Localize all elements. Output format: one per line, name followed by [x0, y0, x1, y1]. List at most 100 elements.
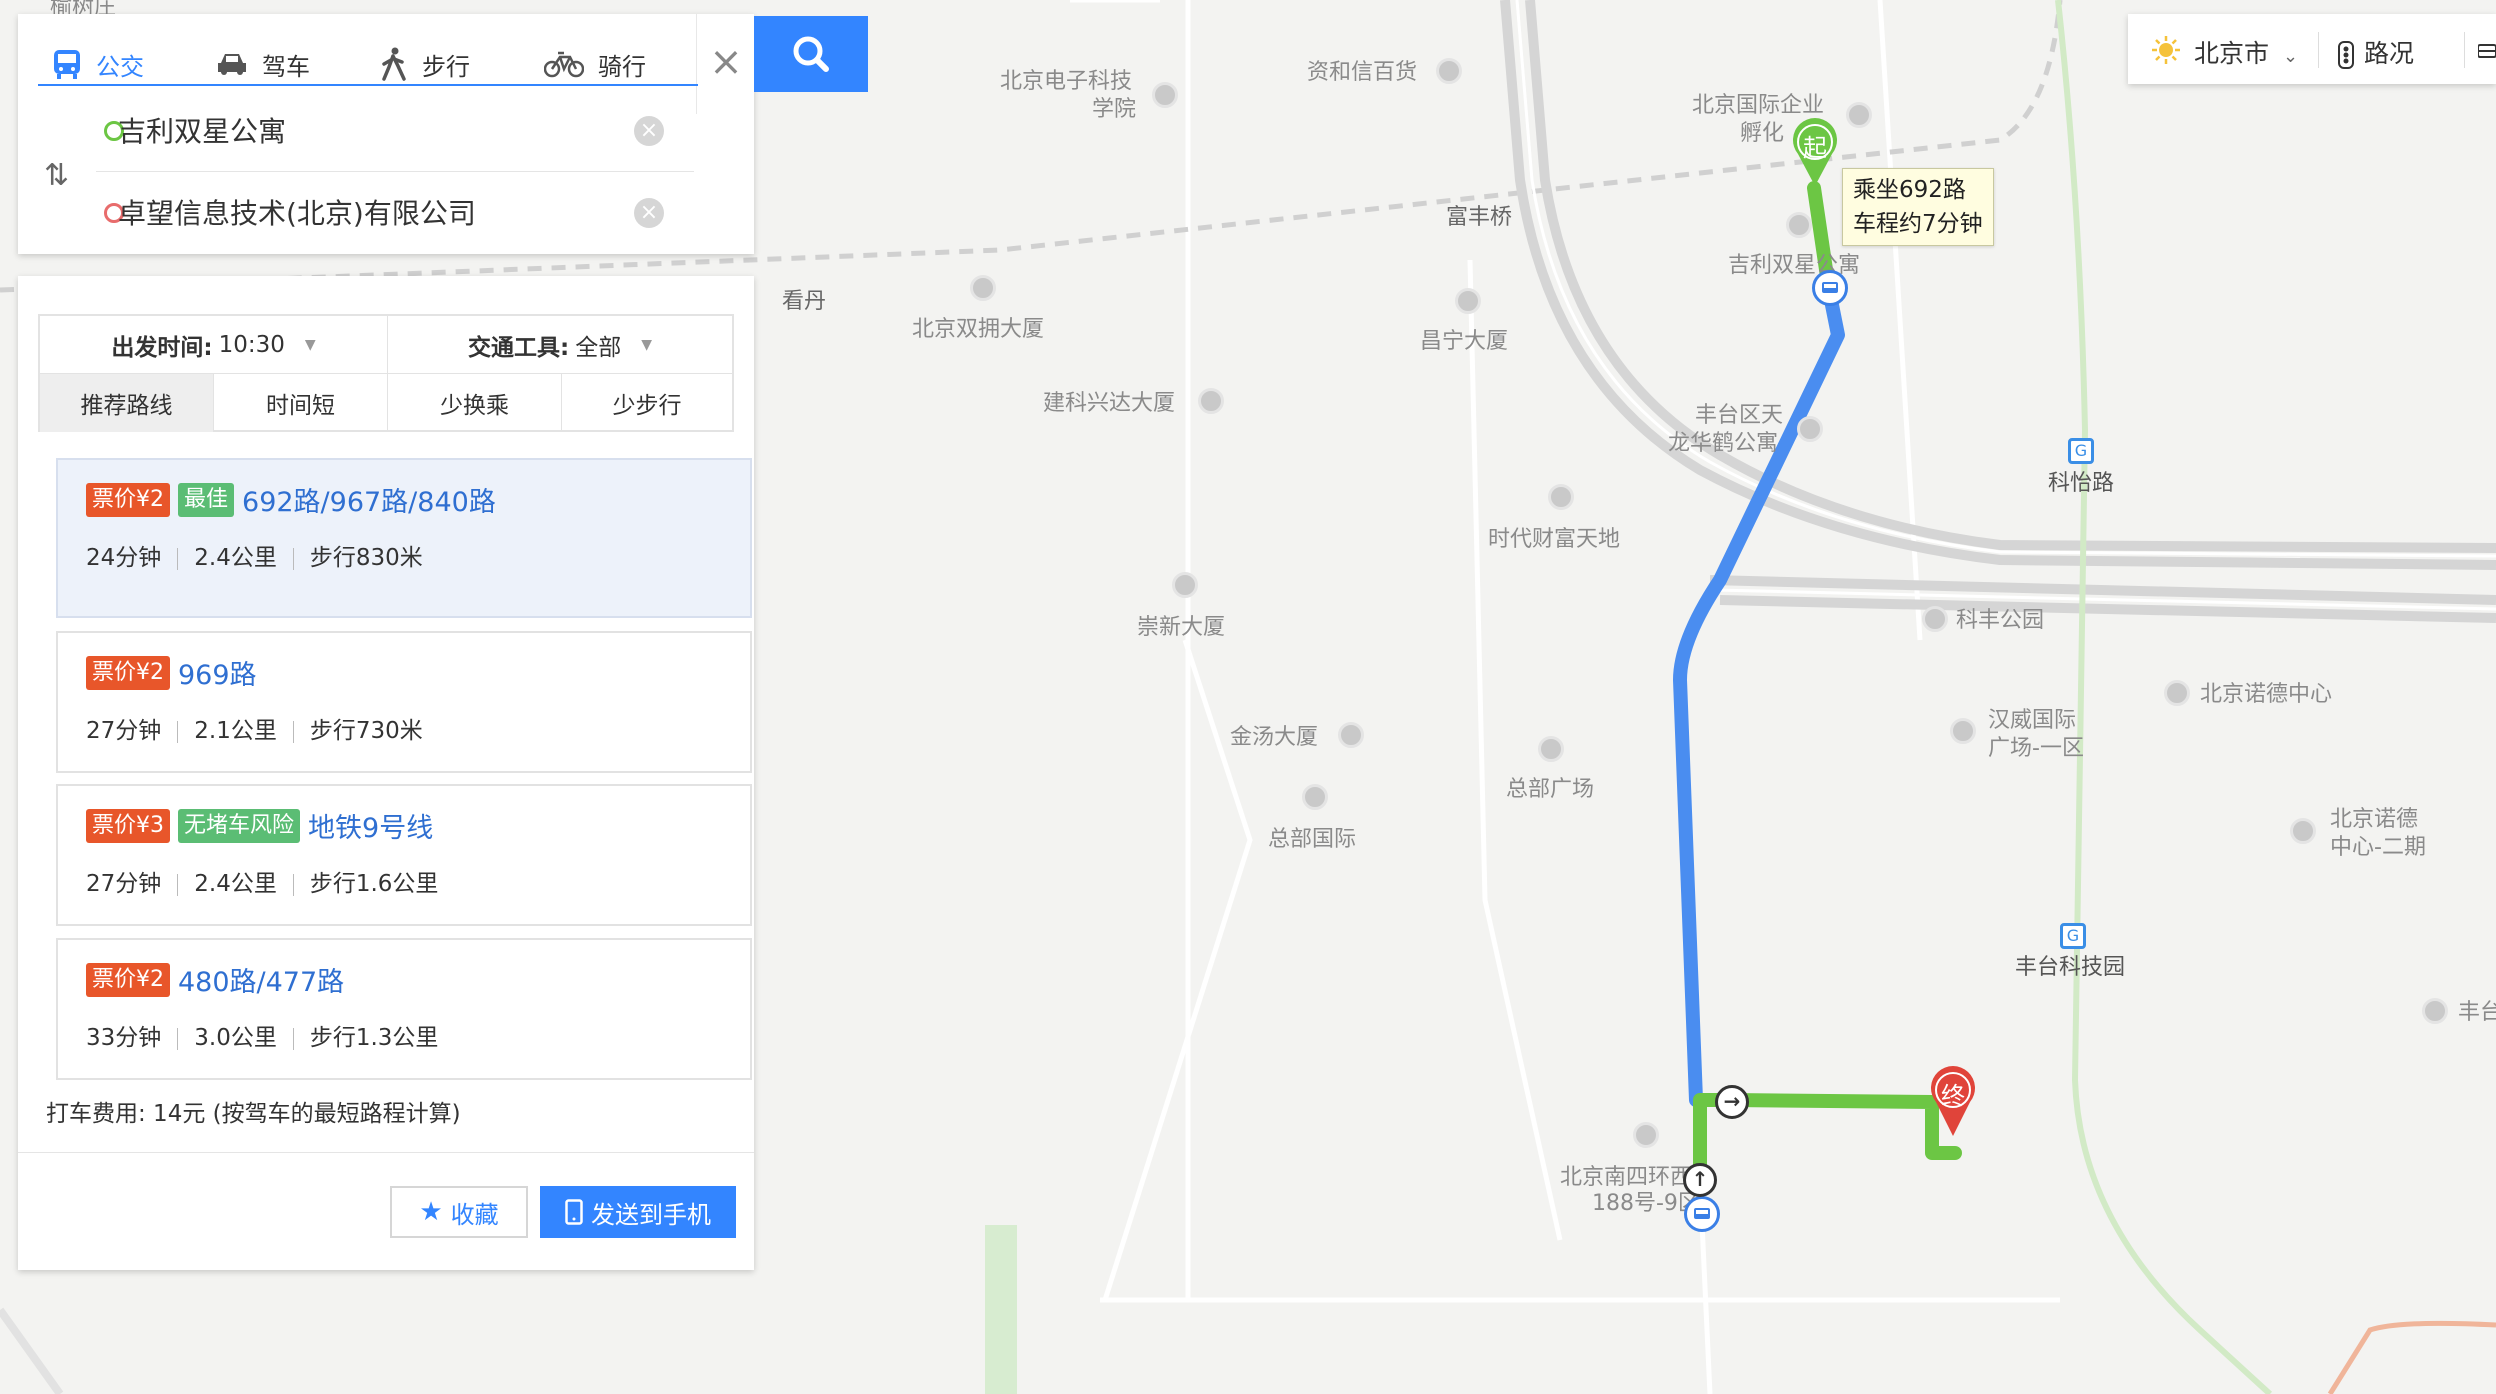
- route-duration: 33分钟: [86, 1025, 162, 1051]
- route-duration: 27分钟: [86, 871, 162, 897]
- caret-down-icon: ▼: [641, 337, 652, 353]
- send-to-phone-label: 发送到手机: [591, 1200, 711, 1229]
- poi-label[interactable]: 孵化: [1740, 120, 1784, 148]
- subway-station-icon[interactable]: G: [2060, 923, 2086, 949]
- poi-building-icon[interactable]: [1786, 212, 1812, 238]
- divider: [177, 873, 179, 896]
- bus-stop-icon[interactable]: [1812, 270, 1848, 306]
- poi-building-icon[interactable]: [1436, 58, 1462, 84]
- destination-input[interactable]: 卓望信息技术(北京)有限公司: [118, 172, 693, 252]
- poi-label[interactable]: 富丰桥: [1446, 204, 1512, 232]
- poi-label[interactable]: 资和信百货: [1307, 59, 1417, 87]
- poi-building-icon[interactable]: [2422, 998, 2448, 1024]
- poi-building-icon[interactable]: [1455, 288, 1481, 314]
- poi-label[interactable]: 汉威国际: [1988, 707, 2076, 735]
- poi-building-icon[interactable]: [1548, 484, 1574, 510]
- start-marker[interactable]: 起: [1790, 118, 1840, 188]
- poi-building-icon[interactable]: [1172, 572, 1198, 598]
- poi-label[interactable]: 崇新大厦: [1137, 614, 1225, 642]
- poi-park-icon[interactable]: [1922, 606, 1948, 632]
- route-option[interactable]: 票价¥2 480路/477路 33分钟 3.0公里 步行1.3公里: [56, 938, 752, 1080]
- bus-stop-icon[interactable]: [1684, 1196, 1720, 1232]
- vehicle-select[interactable]: 交通工具: 全部 ▼: [388, 316, 732, 374]
- poi-building-icon[interactable]: [1538, 736, 1564, 762]
- route-lines[interactable]: 480路/477路: [178, 967, 344, 998]
- route-distance: 2.4公里: [194, 871, 277, 897]
- poi-label[interactable]: 科怡路: [2048, 470, 2114, 498]
- sort-least-walking[interactable]: 少步行: [562, 374, 732, 432]
- divider: [177, 547, 179, 570]
- poi-label[interactable]: 总部国际: [1268, 826, 1356, 854]
- poi-building-icon[interactable]: [1846, 102, 1872, 128]
- city-selector[interactable]: 北京市 ⌄: [2194, 34, 2298, 70]
- active-tab-underline: [38, 84, 698, 86]
- route-lines[interactable]: 969路: [178, 660, 257, 691]
- route-meta: 24分钟 2.4公里 步行830米: [86, 538, 423, 572]
- poi-label[interactable]: 北京诺德: [2330, 806, 2418, 834]
- tab-label: 步行: [422, 52, 470, 81]
- filter-box: 出发时间: 10:30 ▼ 交通工具: 全部 ▼ 推荐路线 时间短 少换乘 少步…: [38, 314, 734, 432]
- route-option[interactable]: 票价¥2 最佳 692路/967路/840路 24分钟 2.4公里 步行830米: [56, 458, 752, 618]
- divider: [292, 720, 294, 743]
- poi-label[interactable]: 丰台: [2458, 999, 2496, 1027]
- poi-label[interactable]: 北京国际企业: [1692, 92, 1824, 120]
- sort-recommended[interactable]: 推荐路线: [40, 374, 214, 432]
- map-topbar: 北京市 ⌄ 路况: [2128, 14, 2496, 84]
- poi-label[interactable]: 总部广场: [1506, 776, 1594, 804]
- poi-label[interactable]: 建科兴达大厦: [1043, 390, 1175, 418]
- route-option[interactable]: 票价¥2 969路 27分钟 2.1公里 步行730米: [56, 631, 752, 773]
- route-meta: 27分钟 2.1公里 步行730米: [86, 711, 423, 745]
- divider: [177, 720, 179, 743]
- poi-label[interactable]: 丰台科技园: [2015, 954, 2125, 982]
- poi-building-icon[interactable]: [1152, 82, 1178, 108]
- poi-label[interactable]: 中心-二期: [2330, 834, 2426, 862]
- poi-building-icon[interactable]: [1950, 718, 1976, 744]
- route-header: 票价¥2 480路/477路: [86, 960, 344, 999]
- clear-destination-icon[interactable]: ×: [634, 198, 664, 228]
- poi-label[interactable]: 龙华鹤公寓: [1668, 430, 1778, 458]
- traffic-label: 路况: [2364, 39, 2415, 68]
- traffic-toggle[interactable]: 路况: [2338, 34, 2414, 70]
- clear-origin-icon[interactable]: ×: [634, 116, 664, 146]
- bike-icon: [544, 51, 584, 78]
- subway-station-icon[interactable]: G: [2068, 438, 2094, 464]
- poi-label[interactable]: 广场-一区: [1988, 735, 2084, 763]
- best-badge: 最佳: [178, 482, 235, 517]
- poi-label[interactable]: 科丰公园: [1956, 607, 2044, 635]
- poi-label[interactable]: 北京双拥大厦: [912, 316, 1044, 344]
- poi-building-icon[interactable]: [1302, 784, 1328, 810]
- route-lines[interactable]: 692路/967路/840路: [242, 487, 496, 518]
- poi-label[interactable]: 学院: [1092, 96, 1136, 124]
- poi-building-icon[interactable]: [1633, 1122, 1659, 1148]
- poi-label[interactable]: 金汤大厦: [1230, 724, 1318, 752]
- poi-label[interactable]: 看丹: [782, 288, 826, 316]
- poi-building-icon[interactable]: [2164, 680, 2190, 706]
- send-to-phone-button[interactable]: 发送到手机: [540, 1186, 736, 1238]
- route-walk: 步行730米: [309, 718, 423, 744]
- route-lines[interactable]: 地铁9号线: [308, 813, 433, 844]
- car-icon: [218, 54, 246, 75]
- swap-icon[interactable]: ⇅: [44, 158, 69, 193]
- poi-label[interactable]: 北京电子科技: [1000, 68, 1132, 96]
- poi-label[interactable]: 北京诺德中心: [2200, 681, 2332, 709]
- poi-label[interactable]: 昌宁大厦: [1420, 328, 1508, 356]
- poi-building-icon[interactable]: [1797, 416, 1823, 442]
- toolbox-icon[interactable]: [2477, 42, 2496, 60]
- price-badge: 票价¥2: [86, 482, 170, 517]
- end-marker[interactable]: 终: [1928, 1066, 1978, 1138]
- depart-time-select[interactable]: 出发时间: 10:30 ▼: [40, 316, 388, 374]
- sort-shortest-time[interactable]: 时间短: [214, 374, 388, 432]
- poi-building-icon[interactable]: [1338, 722, 1364, 748]
- origin-input[interactable]: 吉利双星公寓: [118, 90, 693, 170]
- favorite-button[interactable]: ★ 收藏: [390, 1186, 528, 1238]
- search-button[interactable]: [754, 16, 868, 92]
- close-icon[interactable]: ×: [704, 40, 748, 84]
- poi-building-icon[interactable]: [1198, 388, 1224, 414]
- sort-fewest-transfers[interactable]: 少换乘: [388, 374, 562, 432]
- poi-building-icon[interactable]: [970, 275, 996, 301]
- poi-building-icon[interactable]: [2290, 818, 2316, 844]
- poi-label[interactable]: 丰台区天: [1695, 402, 1783, 430]
- poi-label[interactable]: 时代财富天地: [1488, 526, 1620, 554]
- route-option[interactable]: 票价¥3 无堵车风险 地铁9号线 27分钟 2.4公里 步行1.6公里: [56, 784, 752, 926]
- route-header: 票价¥2 969路: [86, 653, 257, 692]
